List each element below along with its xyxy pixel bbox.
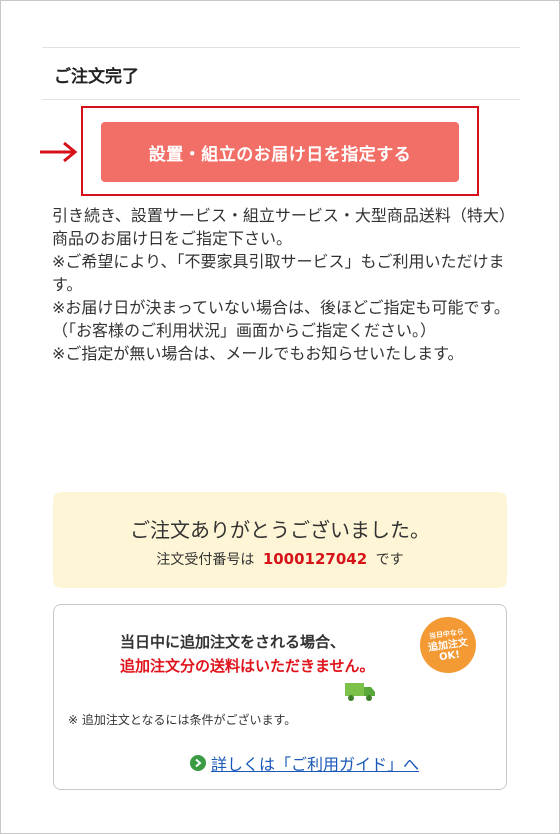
delivery-notice: 引き続き、設置サービス・組立サービス・大型商品送料（特大）商品のお届け日をご指定…	[52, 204, 516, 365]
notice-line: 引き続き、設置サービス・組立サービス・大型商品送料（特大）商品のお届け日をご指定…	[52, 206, 515, 248]
page-title: ご注文完了	[54, 67, 139, 87]
order-suffix: です	[375, 552, 404, 568]
badge-ok: OK!	[438, 648, 461, 663]
promo-badge: 当日中なら 追加注文 OK!	[416, 613, 480, 677]
notice-line: ※ご希望により、「不要家具引取サービス」もご利用いただけます。	[52, 252, 505, 294]
notice-line: ※お届け日が決まっていない場合は、後ほどご指定も可能です。	[52, 298, 510, 317]
thanks-message: ご注文ありがとうございました。	[130, 518, 430, 542]
order-number-line: 注文受付番号は 1000127042 です	[53, 549, 507, 569]
order-number: 1000127042	[262, 550, 368, 568]
promo-free-shipping: 追加注文分の送料はいただきません。	[120, 657, 375, 675]
notice-line: （「お客様のご利用状況」画面からご指定ください。）	[52, 321, 437, 340]
chevron-right-icon	[190, 755, 206, 771]
usage-guide-link[interactable]: 詳しくは「ご利用ガイド」へ	[190, 751, 419, 775]
truck-icon	[345, 683, 375, 701]
order-label: 注文受付番号は	[156, 552, 255, 568]
header-bar: ご注文完了	[42, 47, 520, 100]
notice-line: ※ご指定が無い場合は、メールでもお知らせいたします。	[52, 344, 464, 363]
usage-guide-link-label[interactable]: 詳しくは「ご利用ガイド」へ	[211, 751, 419, 775]
set-delivery-date-button[interactable]: 設置・組立のお届け日を指定する	[101, 122, 459, 182]
additional-order-panel: 当日中に追加注文をされる場合、 追加注文分の送料はいただきません。 当日中なら …	[53, 604, 507, 790]
arrow-right-icon	[40, 141, 78, 163]
promo-headline: 当日中に追加注文をされる場合、	[120, 633, 346, 651]
condition-note: ※ 追加注文となるには条件がございます。	[68, 713, 297, 727]
thanks-panel: ご注文ありがとうございました。 注文受付番号は 1000127042 です	[53, 492, 507, 588]
